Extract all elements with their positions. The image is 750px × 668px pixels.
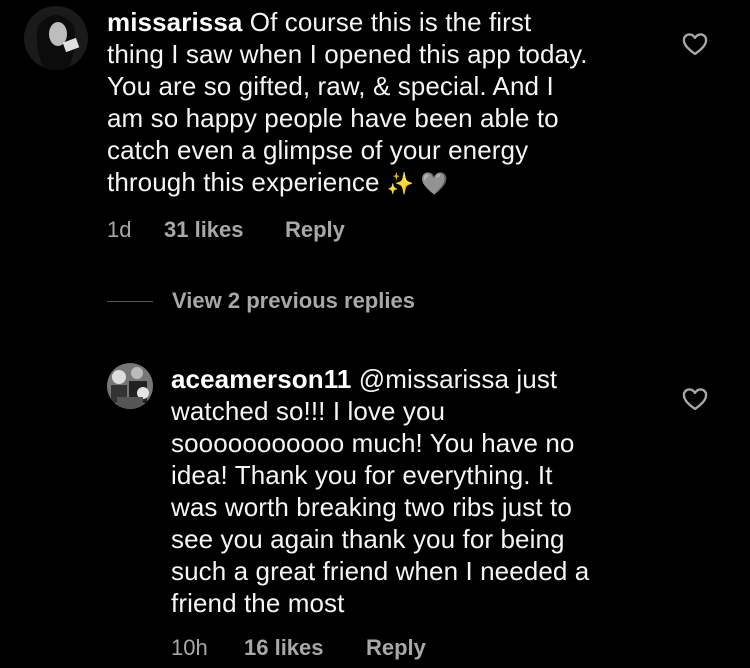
- avatar-image: [107, 363, 153, 409]
- comment-body: missarissa Of course this is the first t…: [107, 6, 667, 200]
- comment-username[interactable]: aceamerson11: [171, 364, 351, 394]
- comment-body: aceamerson11 @missarissa just watched so…: [171, 363, 671, 619]
- comment-text-line: catch even a glimpse of your energy: [107, 135, 529, 165]
- comment-username[interactable]: missarissa: [107, 7, 242, 37]
- comment-text-line: idea! Thank you for everything. It: [171, 460, 553, 490]
- comment-text-line: Of course this is the first: [242, 7, 532, 37]
- reply-button[interactable]: Reply: [285, 217, 345, 243]
- comment-text-line: watched so!!! I love you: [171, 396, 446, 426]
- likes-count[interactable]: 31 likes: [164, 217, 244, 243]
- reply-button[interactable]: Reply: [366, 635, 426, 661]
- heart-outline-icon[interactable]: [681, 30, 709, 58]
- divider-line: [107, 301, 153, 302]
- comment-text-line: through this experience: [107, 167, 387, 197]
- sparkles-heart-emoji: ✨ 🩶: [386, 171, 449, 196]
- comment-text-line: friend the most: [171, 588, 345, 618]
- likes-count[interactable]: 16 likes: [244, 635, 324, 661]
- avatar[interactable]: [24, 6, 88, 70]
- avatar-image: [24, 6, 88, 70]
- comment-text-line: was worth breaking two ribs just to: [171, 492, 572, 522]
- heart-outline-icon[interactable]: [681, 385, 709, 413]
- comment-text-line: see you again thank you for being: [171, 524, 565, 554]
- avatar[interactable]: [107, 363, 153, 409]
- comment-text-line: sooooooooooo much! You have no: [171, 428, 575, 458]
- comment-time: 1d: [107, 217, 132, 242]
- comment-aceamerson11: aceamerson11 @missarissa just watched so…: [0, 355, 750, 668]
- comment-text-line: @missarissa just: [351, 364, 558, 394]
- comment-text-line: You are so gifted, raw, & special. And I: [107, 71, 554, 101]
- comment-text-line: such a great friend when I needed a: [171, 556, 590, 586]
- comment-meta: 1d 31 likes Reply: [107, 217, 507, 245]
- view-replies-label[interactable]: View 2 previous replies: [172, 288, 415, 314]
- comment-missarissa: missarissa Of course this is the first t…: [0, 0, 750, 260]
- comment-meta: 10h 16 likes Reply: [171, 635, 571, 663]
- comment-time: 10h: [171, 635, 208, 660]
- comment-text-line: thing I saw when I opened this app today…: [107, 39, 588, 69]
- comment-text-line: am so happy people have been able to: [107, 103, 559, 133]
